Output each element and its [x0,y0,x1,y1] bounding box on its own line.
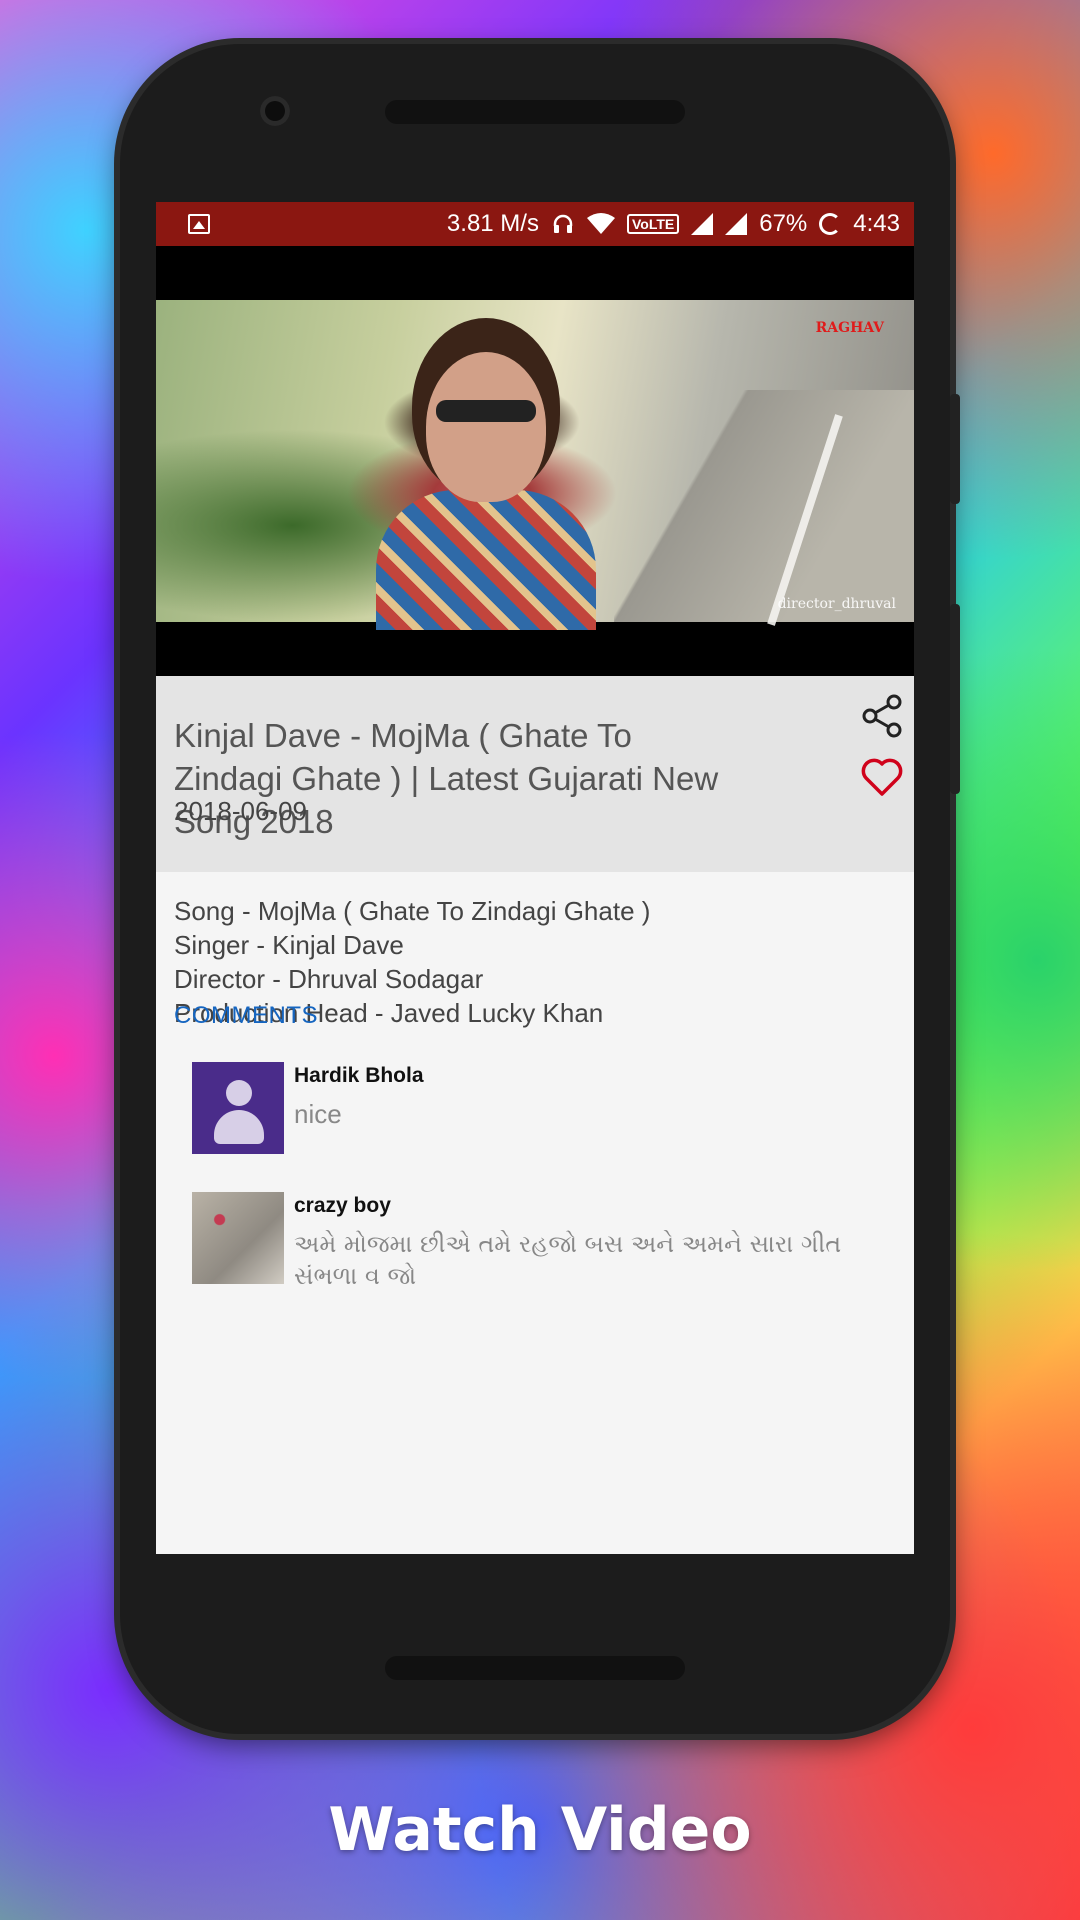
channel-logo: RAGHAV [815,320,884,336]
description-line: Song - MojMa ( Ghate To Zindagi Ghate ) [174,896,651,926]
promo-caption: Watch Video [328,1795,752,1865]
video-scene-sunglasses [436,400,536,422]
signal-icon [725,213,748,235]
volte-icon: VoLTE [626,214,680,234]
share-button[interactable] [858,692,906,740]
avatar [192,1192,284,1284]
video-scene-person-head [426,352,546,502]
clock: 4:43 [853,210,900,237]
battery-percent: 67% [759,210,808,237]
comment-author: Hardik Bhola [294,1064,424,1087]
description-line: Singer - Kinjal Dave [174,930,404,960]
video-info: Kinjal Dave - MojMa ( Ghate To Zindagi G… [156,676,914,872]
video-date: 2018-06-09 [174,796,307,826]
wifi-icon [586,213,615,235]
favorite-button[interactable] [860,756,904,798]
share-icon [862,694,902,738]
phone-frame: 3.81 M/s VoLTE 67% 4:43 RAGHAV director_… [120,44,960,1734]
comment-author: crazy boy [294,1194,391,1217]
video-player[interactable]: RAGHAV director_dhruval [156,246,914,676]
power-button [950,394,960,504]
comments-header: COMMENTS [174,1002,318,1029]
video-scene-road [614,390,914,622]
description-line: Director - Dhruval Sodagar [174,964,484,994]
avatar [192,1062,284,1154]
bottom-speaker [385,1656,685,1680]
battery-icon [819,213,842,235]
heart-icon [861,758,903,796]
comment-text: અમે મોજમા છીએ તમે રહજો બસ અને અમને સારા … [294,1230,842,1290]
comment-text: nice [294,1099,342,1129]
volume-button [950,604,960,794]
network-speed: 3.81 M/s [446,210,539,237]
top-speaker [385,100,685,124]
headphones-icon [551,212,575,236]
app-screen: 3.81 M/s VoLTE 67% 4:43 RAGHAV director_… [156,202,914,1554]
video-frame[interactable]: RAGHAV director_dhruval [156,300,914,630]
status-bar: 3.81 M/s VoLTE 67% 4:43 [156,202,914,246]
signal-icon [691,213,714,235]
image-icon [188,214,210,234]
instagram-watermark: director_dhruval [777,596,896,612]
video-scene-person-body [376,490,596,630]
front-camera [260,96,290,126]
